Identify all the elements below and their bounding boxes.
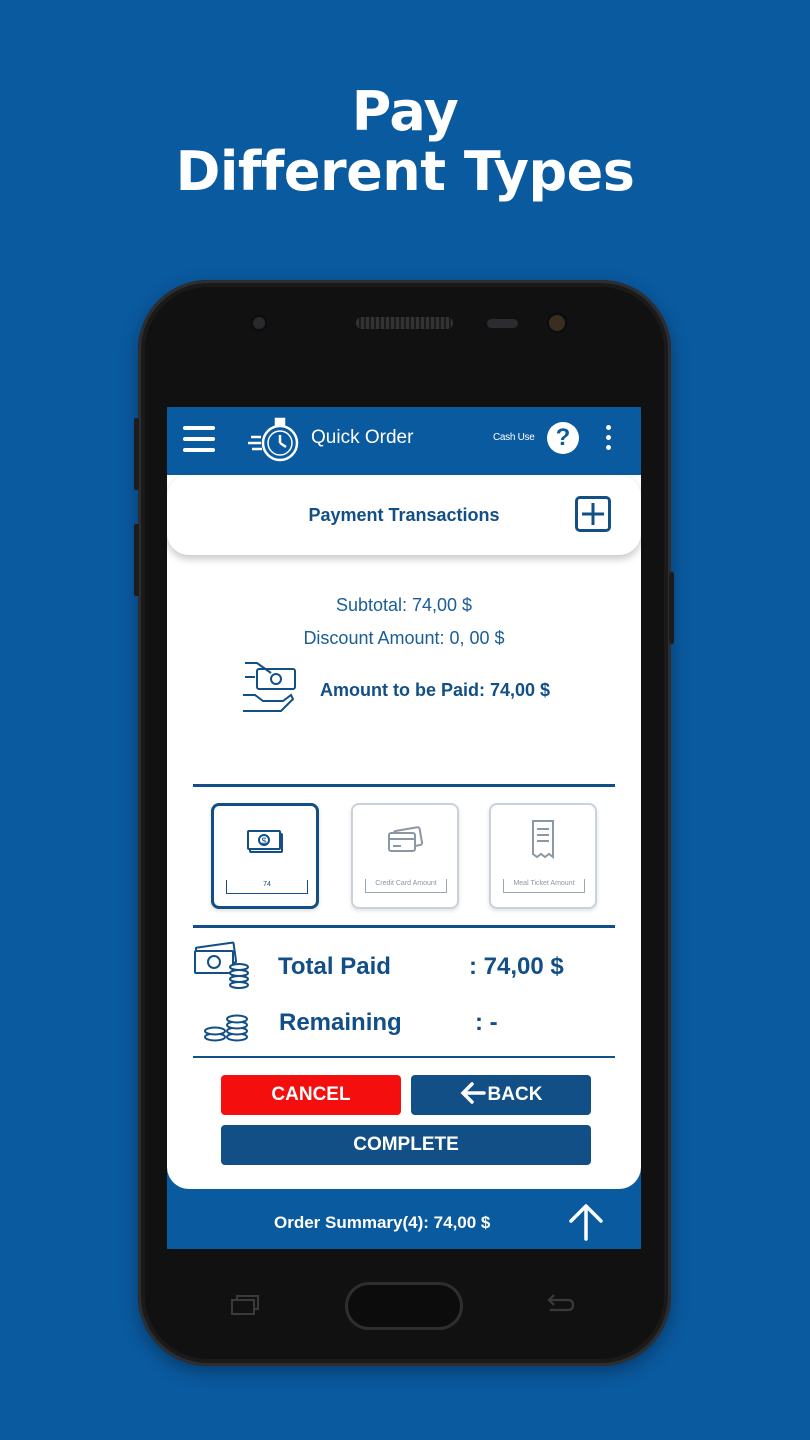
help-icon[interactable]: ? bbox=[547, 422, 579, 454]
nav-back-icon[interactable] bbox=[542, 1292, 576, 1318]
meal-ticket-payment-card[interactable]: Meal Ticket Amount bbox=[489, 803, 597, 909]
volume-down-button bbox=[134, 524, 139, 596]
app-title: Quick Order bbox=[311, 427, 414, 448]
credit-card-amount-field[interactable]: Credit Card Amount bbox=[365, 879, 447, 893]
cash-hand-icon bbox=[243, 662, 296, 712]
hamburger-menu-icon[interactable] bbox=[183, 426, 215, 454]
total-paid-value: : 74,00 $ bbox=[469, 953, 564, 980]
meal-ticket-amount-field[interactable]: Meal Ticket Amount bbox=[503, 879, 585, 893]
amount-to-be-paid: Amount to be Paid: 74,00 $ bbox=[320, 680, 551, 700]
promo-title-line1: Pay bbox=[351, 80, 459, 143]
promo-title-line2: Different Types bbox=[175, 140, 635, 203]
complete-button[interactable]: COMPLETE bbox=[221, 1125, 591, 1165]
more-vert-icon[interactable] bbox=[605, 425, 613, 453]
cash-icon: $ bbox=[247, 830, 283, 853]
volume-up-button bbox=[134, 418, 139, 490]
earpiece-speaker bbox=[356, 317, 453, 329]
back-button[interactable]: BACK bbox=[411, 1075, 591, 1115]
cash-use-label[interactable]: Cash Use bbox=[493, 432, 535, 443]
add-payment-button[interactable] bbox=[575, 496, 611, 532]
money-coins-icon bbox=[194, 941, 249, 989]
front-camera-icon bbox=[250, 314, 268, 332]
order-summary-text: Order Summary(4): 74,00 $ bbox=[274, 1213, 491, 1232]
payment-header-title: Payment Transactions bbox=[308, 505, 500, 525]
coin-stack-icon bbox=[204, 1014, 248, 1042]
phone-frame: Quick Order Cash Use ? Payment Transacti… bbox=[134, 280, 674, 1366]
cancel-button[interactable]: CANCEL bbox=[221, 1075, 401, 1115]
app-screen: Quick Order Cash Use ? Payment Transacti… bbox=[167, 407, 641, 1249]
order-summary-bar[interactable]: Order Summary(4): 74,00 $ bbox=[167, 1189, 641, 1249]
plus-icon bbox=[582, 503, 604, 525]
credit-card-payment-card[interactable]: Credit Card Amount bbox=[351, 803, 459, 909]
cash-amount-field[interactable]: 74 bbox=[226, 880, 308, 894]
promo-title: Pay Different Types bbox=[0, 82, 810, 202]
credit-card-icon bbox=[388, 826, 424, 852]
flash-icon bbox=[546, 312, 568, 334]
remaining-label: Remaining bbox=[279, 1009, 402, 1036]
app-bar: Quick Order Cash Use ? bbox=[167, 407, 641, 475]
recent-apps-icon[interactable] bbox=[230, 1294, 260, 1316]
proximity-sensor bbox=[487, 319, 518, 328]
back-button-label: BACK bbox=[487, 1084, 543, 1105]
remaining-value: : - bbox=[475, 1009, 498, 1036]
stopwatch-icon bbox=[248, 417, 299, 462]
cash-payment-card[interactable]: $ 74 bbox=[211, 803, 319, 909]
total-paid-label: Total Paid bbox=[278, 953, 391, 980]
power-button bbox=[669, 572, 674, 644]
divider bbox=[193, 1056, 615, 1058]
divider bbox=[193, 784, 615, 787]
arrow-left-icon bbox=[460, 1082, 486, 1104]
arrow-up-icon[interactable] bbox=[567, 1203, 605, 1241]
payment-header: Payment Transactions bbox=[167, 475, 641, 555]
divider bbox=[193, 925, 615, 928]
meal-ticket-icon bbox=[532, 820, 554, 859]
discount-text: Discount Amount: 0, 00 $ bbox=[303, 628, 505, 648]
payment-content: Payment Transactions Subtotal: 74,00 $ D… bbox=[167, 475, 641, 1189]
home-button[interactable] bbox=[345, 1282, 463, 1330]
subtotal-text: Subtotal: 74,00 $ bbox=[335, 595, 473, 615]
svg-text:$: $ bbox=[262, 836, 267, 846]
